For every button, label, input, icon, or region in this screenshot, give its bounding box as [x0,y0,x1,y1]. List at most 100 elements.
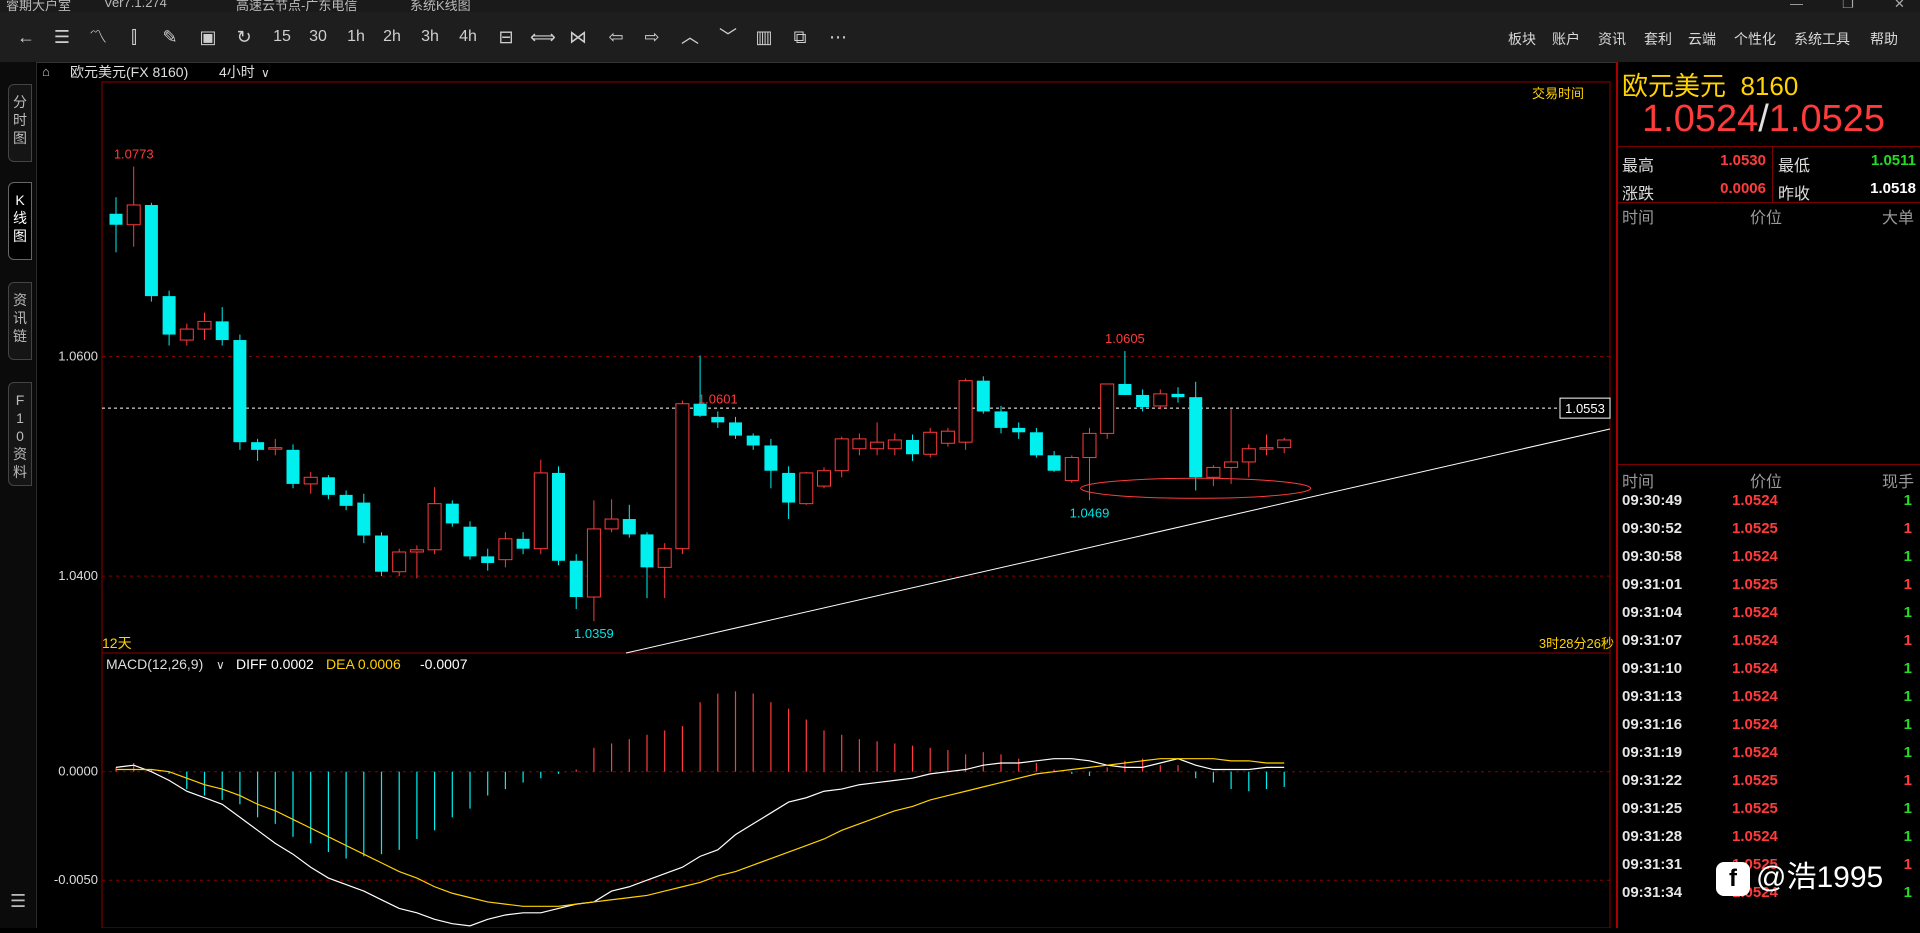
symbol-icon: ⌂ [42,64,50,79]
chevron-down-icon[interactable]: ∨ [261,66,270,80]
tab-kline[interactable]: K线图 [8,182,32,260]
big-orders-col-size: 大单 [1881,210,1914,227]
up-icon[interactable]: ︿ [678,25,702,49]
big-orders-col-price: 价位 [1750,210,1783,227]
tick-volume: 1 [1903,772,1912,789]
line-chart-icon[interactable]: 〽 [86,25,110,49]
period-15-button[interactable]: 15 [270,25,294,49]
tab-news-chain[interactable]: 资讯链 [8,282,32,360]
chart-area[interactable]: ⌂ 欧元美元(FX 8160) 4小时 ∨ 交易时间 12天 3时28分26秒 … [36,62,1614,929]
candle-body [994,411,1008,428]
high-annotation: 1.0601 [698,391,738,406]
candle-body [586,528,601,598]
menu-sector[interactable]: 板块 [1508,29,1536,49]
zoom-out-icon[interactable]: ⋈ [566,25,590,49]
period-1h-button[interactable]: 1h [344,25,368,49]
stat-change-value: 0.0006 [1720,180,1766,197]
divider [1772,146,1773,202]
draw-icon[interactable]: ✎ [158,25,182,49]
quote-name: 欧元美元 [1622,71,1727,101]
candle-body [1100,383,1115,434]
trading-time-label[interactable]: 交易时间 [1532,86,1584,101]
save-icon[interactable]: ▣ [196,25,220,49]
candle-body [481,556,495,563]
candle-body [303,476,318,485]
close-icon[interactable]: ✕ [1894,0,1905,12]
menu-account[interactable]: 账户 [1552,29,1580,49]
list-view-icon[interactable]: ☰ [50,25,74,49]
macd-label[interactable]: MACD(12,26,9) [106,656,203,672]
prev-icon[interactable]: ⇦ [604,25,628,49]
candle-body [622,519,636,535]
tab-kline-label: K线图 [13,192,27,244]
period-selector[interactable]: 4小时 [219,64,255,80]
countdown-label: 3时28分26秒 [1539,636,1614,651]
stat-prevclose-value: 1.0518 [1870,180,1916,197]
macd-dea-label: DEA 0.0006 [326,656,401,672]
tab-timeshare-label: 分时图 [13,94,27,146]
maximize-icon[interactable]: ❐ [1842,0,1854,12]
candle-body [746,435,760,446]
quote-code: 8160 [1740,71,1799,101]
tab-news-chain-label: 资讯链 [13,292,27,344]
day-icon[interactable]: ⊟ [494,25,518,49]
period-3h-button[interactable]: 3h [418,25,442,49]
symbol-label: 欧元美元(FX 8160) [70,64,188,80]
kline-chart-svg[interactable]: ⌂ 欧元美元(FX 8160) 4小时 ∨ 交易时间 12天 3时28分26秒 … [36,62,1614,929]
tick-row: 09:30:49 1.0524 1 [1618,488,1920,516]
tick-price: 1.0524 [1732,548,1778,565]
macd-chevron-icon[interactable]: ∨ [216,658,225,672]
menu-news[interactable]: 资讯 [1598,29,1626,49]
macd-lines [115,758,1285,927]
period-4h-button[interactable]: 4h [456,25,480,49]
candle-body [799,472,814,505]
divider [1618,202,1920,203]
side-tabs: 分时图 K线图 资讯链 F10资料 ☰ [0,62,37,928]
stat-low-label: 最低 [1778,158,1811,175]
tick-row: 09:31:22 1.0525 1 [1618,768,1920,796]
menu-cloud[interactable]: 云端 [1688,29,1716,49]
more-icon[interactable]: ⋯ [826,25,850,49]
candle-body [251,442,265,450]
refresh-icon[interactable]: ↻ [232,25,256,49]
list-menu-icon[interactable]: ☰ [10,891,26,912]
zoom-in-icon[interactable]: ⟺ [530,25,556,49]
menu-personalize[interactable]: 个性化 [1734,29,1776,49]
tick-row: 09:31:28 1.0524 1 [1618,824,1920,852]
minimize-icon[interactable]: — [1790,0,1803,11]
candle-body [604,518,619,530]
candle-body [1259,447,1274,450]
tick-price: 1.0524 [1732,660,1778,677]
back-icon[interactable]: ← [14,25,38,49]
macd-tick-label: -0.0050 [54,872,98,887]
tab-f10[interactable]: F10资料 [8,382,32,486]
tick-time: 09:31:34 [1622,884,1683,901]
stat-high-value: 1.0530 [1720,152,1766,169]
tick-time: 09:30:58 [1622,548,1683,565]
menu-system-tools[interactable]: 系统工具 [1794,29,1850,49]
current-price-label: 1.0553 [1565,401,1605,416]
stat-high-label: 最高 [1622,158,1655,175]
candle-body [764,445,778,471]
tick-volume: 1 [1903,884,1912,901]
candle-icon[interactable]: ⫿ [122,25,146,49]
macd-diff-line [115,758,1285,927]
candle-body [958,380,973,443]
down-icon[interactable]: ﹀ [716,25,740,49]
candle-body [1029,432,1043,456]
candle-body [1189,397,1203,478]
windows-icon[interactable]: ⧉ [788,25,812,49]
next-icon[interactable]: ⇨ [640,25,664,49]
layout-icon[interactable]: ▥ [752,25,776,49]
candle-body [1082,432,1097,459]
period-2h-button[interactable]: 2h [380,25,404,49]
candle-body [1153,393,1168,407]
tab-timeshare[interactable]: 分时图 [8,84,32,162]
candle-body [976,380,990,412]
menu-arbitrage[interactable]: 套利 [1644,29,1672,49]
period-30-button[interactable]: 30 [306,25,330,49]
candle-body [870,441,885,450]
tick-time: 09:31:16 [1622,716,1683,733]
menu-help[interactable]: 帮助 [1870,29,1898,49]
tick-row: 09:31:07 1.0524 1 [1618,628,1920,656]
